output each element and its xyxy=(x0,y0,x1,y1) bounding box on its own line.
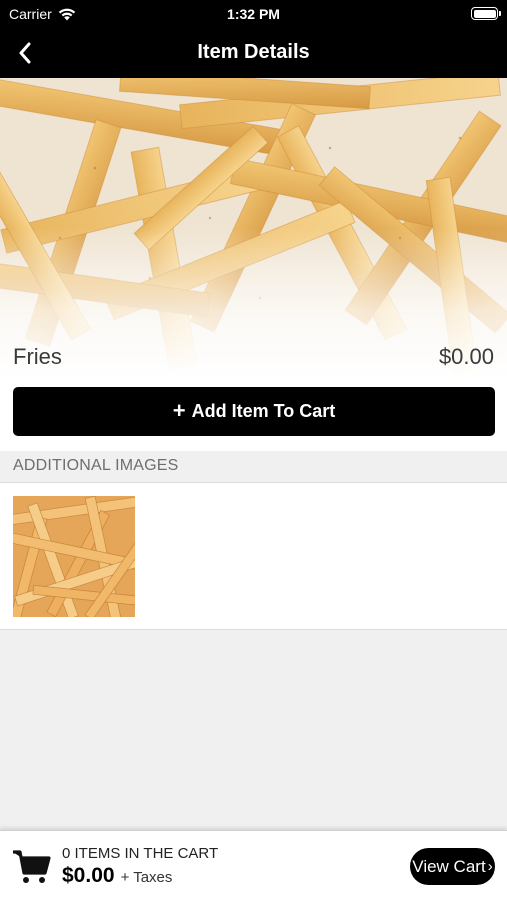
status-time: 1:32 PM xyxy=(227,6,280,22)
battery-icon xyxy=(471,7,501,20)
view-cart-button[interactable]: View Cart › xyxy=(410,848,495,885)
additional-images-header: ADDITIONAL IMAGES xyxy=(0,451,507,482)
cart-items-count: 0 ITEMS IN THE CART xyxy=(62,845,219,862)
additional-image-thumbnail[interactable] xyxy=(13,496,135,617)
add-to-cart-section: + Add Item To Cart xyxy=(0,378,507,451)
shopping-cart-icon xyxy=(13,850,51,883)
taxes-label: + Taxes xyxy=(120,869,173,886)
item-hero-image: Fries $0.00 xyxy=(0,78,507,378)
cart-total: $0.00 xyxy=(62,864,115,887)
add-item-to-cart-label: Add Item To Cart xyxy=(191,401,336,421)
add-item-to-cart-button[interactable]: + Add Item To Cart xyxy=(13,387,495,436)
cart-total-line: $0.00 + Taxes xyxy=(62,864,172,888)
additional-images-list xyxy=(0,482,507,630)
image-fade-overlay xyxy=(0,228,507,378)
item-name: Fries xyxy=(13,344,62,369)
page-title: Item Details xyxy=(197,41,310,63)
plus-icon: + xyxy=(172,397,186,423)
fries-thumbnail xyxy=(13,496,135,617)
view-cart-label: View Cart xyxy=(412,856,486,876)
chevron-right-icon: › xyxy=(487,858,493,875)
item-price: $0.00 xyxy=(438,344,494,369)
status-bar: Carrier 1:32 PM xyxy=(0,0,507,28)
navigation-bar: Item Details xyxy=(0,28,507,78)
section-title: ADDITIONAL IMAGES xyxy=(13,457,179,474)
cart-summary-bar: 0 ITEMS IN THE CART $0.00 + Taxes View C… xyxy=(0,830,507,900)
